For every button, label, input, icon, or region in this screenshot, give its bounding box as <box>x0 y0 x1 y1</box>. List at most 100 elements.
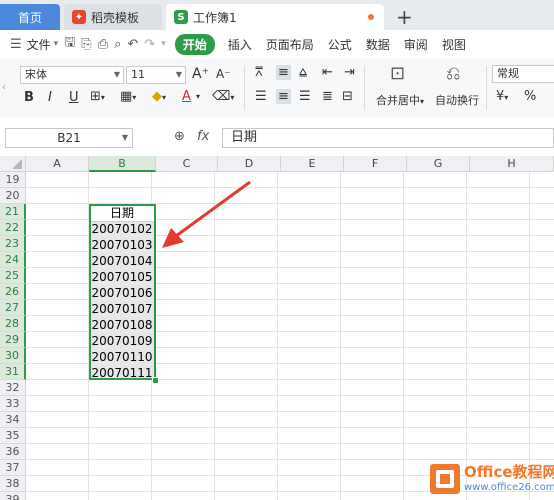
select-all-corner[interactable] <box>0 156 26 172</box>
row-header[interactable]: 35 <box>0 428 26 444</box>
row-header[interactable]: 24 <box>0 252 26 268</box>
percent-button[interactable]: % <box>524 89 536 104</box>
font-name-select[interactable]: 宋体 ▼ <box>20 66 124 84</box>
row-header[interactable]: 29 <box>0 332 26 348</box>
tab-workbook[interactable]: S 工作簿1 <box>166 4 384 30</box>
row-header[interactable]: 39 <box>0 492 26 500</box>
column-header-d[interactable]: D <box>218 156 281 172</box>
italic-button[interactable]: I <box>48 90 52 105</box>
merge-center-button[interactable]: 合并居中▾ <box>376 92 424 108</box>
cell-b21[interactable]: 日期 <box>90 205 154 221</box>
cell-b31[interactable]: 20070111 <box>90 365 154 381</box>
align-bottom-icon[interactable]: ⩠ <box>299 65 307 80</box>
font-color-button[interactable]: A <box>182 89 191 104</box>
row-header[interactable]: 28 <box>0 316 26 332</box>
column-header-c[interactable]: C <box>156 156 218 172</box>
formula-input[interactable]: 日期 <box>222 128 554 148</box>
align-middle-icon[interactable]: ≡ <box>276 65 291 80</box>
distributed-align-icon[interactable]: ⊟ <box>342 89 353 104</box>
wrap-text-icon[interactable]: ⎌ <box>446 63 460 84</box>
column-header-g[interactable]: G <box>407 156 470 172</box>
new-tab-button[interactable]: + <box>396 5 413 29</box>
row-header[interactable]: 20 <box>0 188 26 204</box>
cell-b30[interactable]: 20070110 <box>90 349 154 365</box>
number-format-select[interactable]: 常规 <box>492 65 554 83</box>
decrease-font-icon[interactable]: A⁻ <box>216 67 231 81</box>
currency-icon[interactable]: ¥▾ <box>496 89 508 104</box>
increase-font-icon[interactable]: A⁺ <box>192 66 209 82</box>
print-preview-icon[interactable]: ⌕ <box>114 37 121 52</box>
column-header-f[interactable]: F <box>344 156 407 172</box>
tab-template[interactable]: ✦ 稻壳模板 <box>64 4 162 30</box>
borders-icon[interactable]: ⊞▾ <box>90 89 105 104</box>
menu-review[interactable]: 审阅 <box>404 36 428 53</box>
cell-b29[interactable]: 20070109 <box>90 333 154 349</box>
tab-start[interactable]: 开始 <box>174 33 215 55</box>
zoom-search-icon[interactable]: ⊕ <box>174 129 185 144</box>
chevron-down-icon[interactable]: ▾ <box>54 39 59 49</box>
row-header[interactable]: 22 <box>0 220 26 236</box>
merge-center-icon[interactable]: ⊡ <box>390 63 405 84</box>
menu-view[interactable]: 视图 <box>442 36 466 53</box>
underline-button[interactable]: U <box>69 90 79 105</box>
row-header[interactable]: 23 <box>0 236 26 252</box>
cell-style-icon[interactable]: ▦▾ <box>120 89 136 104</box>
bold-button[interactable]: B <box>24 90 34 105</box>
indent-decrease-icon[interactable]: ⇤ <box>322 65 333 80</box>
cell-b23[interactable]: 20070103 <box>90 237 154 253</box>
menu-data[interactable]: 数据 <box>366 36 390 53</box>
column-header-b[interactable]: B <box>89 156 156 172</box>
cell-b26[interactable]: 20070106 <box>90 285 154 301</box>
row-header[interactable]: 30 <box>0 348 26 364</box>
row-header[interactable]: 33 <box>0 396 26 412</box>
redo-icon[interactable]: ↷ <box>144 37 155 52</box>
cell-b22[interactable]: 20070102 <box>90 221 154 237</box>
indent-increase-icon[interactable]: ⇥ <box>344 65 355 80</box>
cell-b24[interactable]: 20070104 <box>90 253 154 269</box>
file-menu[interactable]: 文件 <box>27 36 51 53</box>
font-color-dropdown-icon[interactable]: ▾ <box>196 92 200 101</box>
row-header[interactable]: 32 <box>0 380 26 396</box>
print-icon[interactable]: ⎙ <box>98 37 108 52</box>
row-header[interactable]: 21 <box>0 204 26 220</box>
row-header[interactable]: 37 <box>0 460 26 476</box>
redo-dropdown-icon[interactable]: ▾ <box>161 39 166 49</box>
ribbon-scroll-left-icon[interactable]: ‹ <box>2 82 6 93</box>
cell-b25[interactable]: 20070105 <box>90 269 154 285</box>
fill-color-icon[interactable]: ◆▾ <box>152 89 166 104</box>
tab-bar: 首页 ✦ 稻壳模板 S 工作簿1 + <box>0 0 554 30</box>
undo-icon[interactable]: ↶ <box>127 37 138 52</box>
justify-icon[interactable]: ≣ <box>322 89 333 104</box>
menu-formula[interactable]: 公式 <box>328 36 352 53</box>
align-left-icon[interactable]: ☰ <box>255 89 267 104</box>
row-header[interactable]: 27 <box>0 300 26 316</box>
row-header[interactable]: 38 <box>0 476 26 492</box>
format-painter-icon[interactable]: ⎘ <box>81 37 91 52</box>
cell-b27[interactable]: 20070107 <box>90 301 154 317</box>
fill-handle[interactable] <box>152 377 159 384</box>
font-size-select[interactable]: 11 ▼ <box>126 66 186 84</box>
row-header[interactable]: 31 <box>0 364 26 380</box>
column-header-a[interactable]: A <box>26 156 89 172</box>
menu-insert[interactable]: 插入 <box>228 36 252 53</box>
column-header-e[interactable]: E <box>281 156 344 172</box>
row-header[interactable]: 26 <box>0 284 26 300</box>
clear-format-icon[interactable]: ⌫▾ <box>212 89 234 104</box>
row-header[interactable]: 19 <box>0 172 26 188</box>
wrap-text-button[interactable]: 自动换行 <box>435 92 479 108</box>
menu-page-layout[interactable]: 页面布局 <box>266 36 314 53</box>
hamburger-menu-icon[interactable]: ☰ <box>10 37 22 52</box>
align-right-icon[interactable]: ☰ <box>299 89 311 104</box>
formula-input-value: 日期 <box>231 130 258 145</box>
save-icon[interactable]: 🖫 <box>64 33 75 55</box>
row-header[interactable]: 34 <box>0 412 26 428</box>
column-header-h[interactable]: H <box>470 156 554 172</box>
name-box[interactable]: B21 ▼ <box>5 128 133 148</box>
tab-home[interactable]: 首页 <box>0 4 60 30</box>
cell-b28[interactable]: 20070108 <box>90 317 154 333</box>
row-header[interactable]: 25 <box>0 268 26 284</box>
align-top-icon[interactable]: ⩞ <box>255 65 263 80</box>
row-header[interactable]: 36 <box>0 444 26 460</box>
fx-icon[interactable]: fx <box>197 129 209 144</box>
align-center-icon[interactable]: ≡ <box>276 89 291 104</box>
